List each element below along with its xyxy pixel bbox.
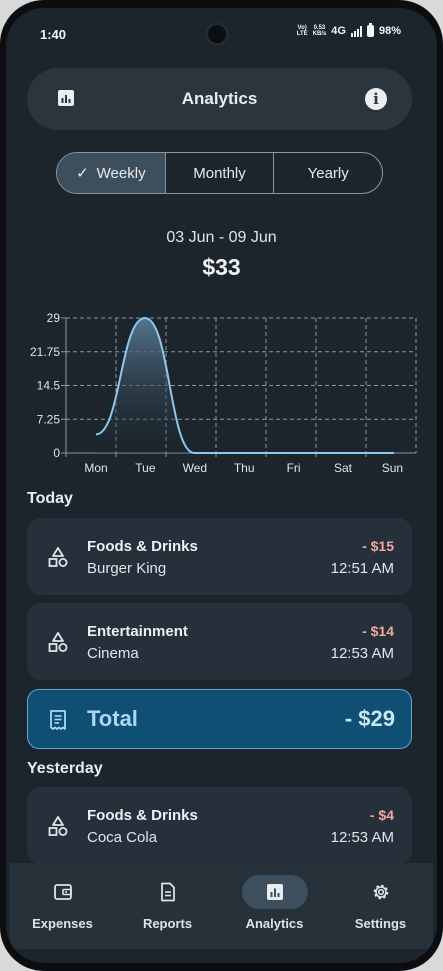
signal-icon [350,25,362,37]
x-tick-label: Sun [382,461,403,475]
receipt-icon [50,710,66,730]
x-tick-label: Tue [135,461,156,475]
nav-analytics[interactable]: Analytics [222,863,327,949]
section-today: Today [27,490,73,507]
transaction-merchant: Coca Cola [87,829,158,846]
app-screen: 1:40 Vo) LTE 0.53 KB/s 4G 98% Analytics i … [6,8,437,963]
tab-label: Weekly [96,164,146,182]
x-tick-label: Thu [234,461,255,475]
tab-yearly[interactable]: Yearly [273,153,382,193]
spending-chart: 29 21.75 14.5 7.25 0 Mon Tue Wed Thu Fri Sat Sun [30,311,417,475]
transaction-merchant: Burger King [87,560,167,577]
transaction-card[interactable]: Foods & Drinks Burger King - $15 12:51 A… [27,518,412,595]
y-tick-label: 7.25 [37,412,61,426]
x-tick-label: Sat [334,461,353,475]
status-icons: Vo) LTE 0.53 KB/s 4G 98% [296,23,401,37]
check-icon: ✓ [76,165,89,182]
tab-label: Yearly [307,164,349,182]
battery-icon [366,23,374,37]
status-bar: 1:40 Vo) LTE 0.53 KB/s 4G 98% [6,8,437,58]
bottom-navigation: Expenses Reports Analytics Settings [10,863,433,949]
info-icon[interactable]: i [365,88,387,110]
front-camera [205,22,229,46]
total-value: - $29 [344,706,395,731]
y-tick-label: 21.75 [30,345,60,359]
transaction-card[interactable]: Foods & Drinks Coca Cola - $4 12:53 AM [27,787,412,864]
nav-label: Settings [354,916,407,931]
date-range: 03 Jun - 09 Jun [166,229,277,246]
period-selector: ✓ Weekly Monthly Yearly [56,152,383,194]
transaction-merchant: Cinema [87,645,139,662]
transaction-category: Foods & Drinks [87,807,198,824]
transaction-amount: - $4 [369,807,394,823]
transaction-amount: - $15 [362,538,394,554]
x-tick-label: Fri [287,461,301,475]
nav-expenses[interactable]: Expenses [10,863,115,949]
section-yesterday: Yesterday [27,760,103,777]
y-tick-label: 14.5 [37,379,61,393]
transaction-time: 12:53 AM [330,645,394,662]
shapes-icon [48,816,68,836]
shapes-icon [48,547,68,567]
page-title: Analytics [181,89,258,108]
phone-frame: 1:40 Vo) LTE 0.53 KB/s 4G 98% Analytics i … [0,0,443,971]
transaction-category: Entertainment [87,623,188,640]
nav-reports[interactable]: Reports [115,863,220,949]
status-time: 1:40 [40,27,67,42]
transaction-amount: - $14 [362,623,394,639]
battery-level: 98% [378,25,401,37]
total-card[interactable]: Total - $29 [27,689,412,749]
network-speed: 0.53 KB/s [312,25,327,37]
x-tick-label: Mon [84,461,107,475]
nav-label: Reports [142,916,193,931]
period-total: $33 [202,254,241,280]
transaction-time: 12:51 AM [330,560,394,577]
y-tick-label: 0 [53,446,60,460]
nav-label: Expenses [32,916,93,931]
nav-settings[interactable]: Settings [328,863,433,949]
tab-label: Monthly [193,164,246,182]
shapes-icon [48,632,68,652]
total-label: Total [87,706,138,731]
wallet-icon [54,884,72,900]
volte-indicator: Vo) LTE [296,25,308,37]
document-icon [161,882,175,902]
nav-label: Analytics [245,916,304,931]
x-tick-label: Wed [183,461,207,475]
gear-icon [373,884,389,900]
y-tick-label: 29 [47,311,61,325]
app-header: Analytics i [27,68,412,130]
tab-monthly[interactable]: Monthly [164,153,274,193]
transaction-card[interactable]: Entertainment Cinema - $14 12:53 AM [27,603,412,680]
transaction-category: Foods & Drinks [87,538,198,555]
bar-chart-icon [267,884,283,900]
tab-weekly[interactable]: ✓ Weekly [57,153,165,193]
network-type: 4G [331,25,346,37]
transaction-time: 12:53 AM [330,829,394,846]
